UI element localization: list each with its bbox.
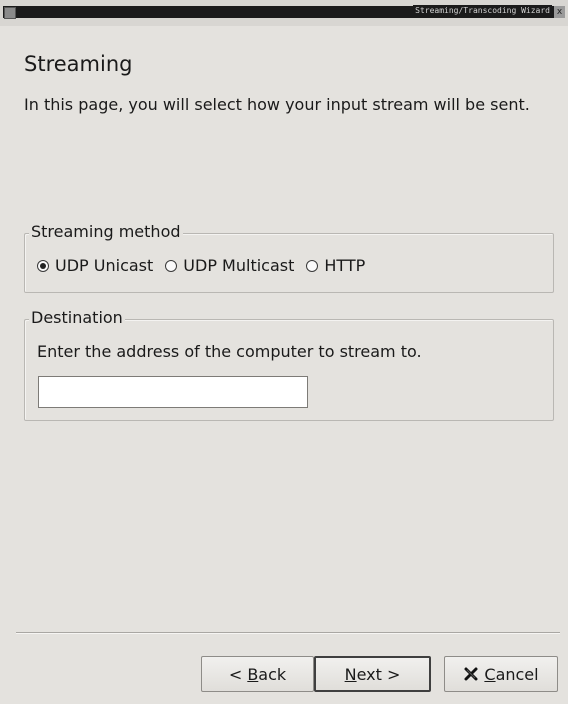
radio-checked-icon[interactable] xyxy=(37,259,49,272)
window-menu-icon[interactable] xyxy=(4,7,16,19)
streaming-method-legend: Streaming method xyxy=(29,222,183,242)
back-label-rest: ack xyxy=(258,664,287,684)
button-separator xyxy=(16,632,560,634)
streaming-method-options: UDP Unicast UDP Multicast HTTP xyxy=(37,256,377,275)
cancel-button[interactable]: Cancel xyxy=(444,656,558,692)
title-bar: Streaming/Transcoding Wizard x xyxy=(0,0,568,26)
next-label-rest: ext > xyxy=(356,664,401,684)
cancel-label-rest: ancel xyxy=(495,664,539,684)
window-title: Streaming/Transcoding Wizard xyxy=(413,5,552,17)
cancel-mnemonic: C xyxy=(484,664,496,684)
next-mnemonic: N xyxy=(344,664,357,684)
next-button[interactable]: Next > xyxy=(314,656,431,692)
destination-group: Destination Enter the address of the com… xyxy=(24,308,554,421)
radio-label[interactable]: HTTP xyxy=(324,256,365,275)
destination-prompt: Enter the address of the computer to str… xyxy=(37,342,422,361)
radio-unchecked-icon[interactable] xyxy=(306,259,319,272)
back-mnemonic: B xyxy=(247,664,259,684)
page-title: Streaming xyxy=(24,52,133,76)
close-window-button[interactable]: x xyxy=(554,6,565,18)
back-button[interactable]: < Back xyxy=(201,656,314,692)
radio-udp-multicast[interactable]: UDP Multicast xyxy=(165,256,294,275)
radio-http[interactable]: HTTP xyxy=(306,256,365,275)
destination-address-input[interactable] xyxy=(38,376,308,408)
radio-label[interactable]: UDP Unicast xyxy=(55,256,153,275)
radio-udp-unicast[interactable]: UDP Unicast xyxy=(37,256,153,275)
destination-legend: Destination xyxy=(29,308,125,328)
streaming-method-group: Streaming method UDP Unicast UDP Multica… xyxy=(24,222,554,293)
radio-label[interactable]: UDP Multicast xyxy=(183,256,294,275)
back-prefix: < xyxy=(228,664,248,684)
radio-unchecked-icon[interactable] xyxy=(165,259,178,272)
cancel-x-icon xyxy=(463,666,479,682)
page-description: In this page, you will select how your i… xyxy=(24,95,530,114)
